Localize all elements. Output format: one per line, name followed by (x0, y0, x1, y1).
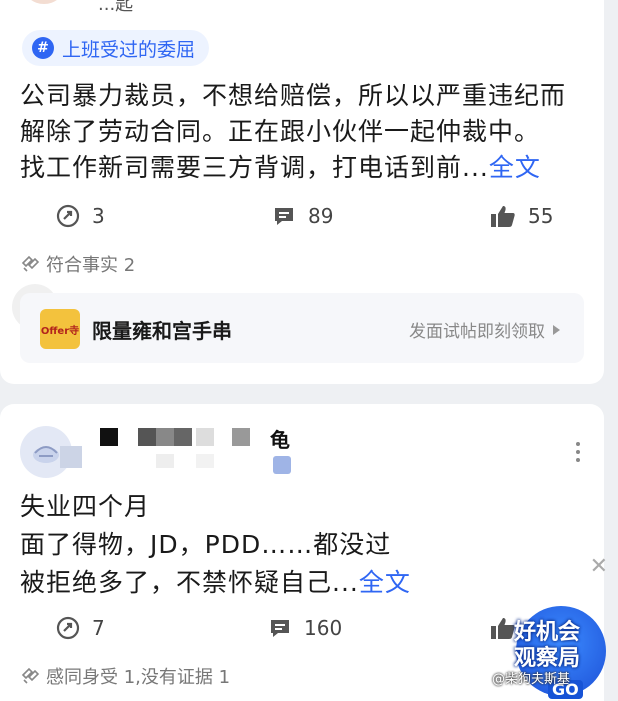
like-count: 55 (528, 204, 554, 228)
read-more-link[interactable]: 全文 (489, 153, 541, 182)
share-button[interactable]: 7 (56, 616, 105, 640)
share-icon (56, 616, 80, 640)
reaction-summary[interactable]: 感同身受 1,没有证据 1 (20, 663, 230, 689)
promo-image-label: Offer寺 (40, 325, 80, 337)
read-more-link[interactable]: 全文 (359, 568, 411, 597)
comment-icon (275, 208, 293, 225)
reaction-text: 符合事实 2 (46, 255, 136, 276)
share-count: 7 (92, 616, 105, 640)
reaction-icon (21, 255, 40, 272)
cartoon-avatar-icon (33, 446, 59, 463)
reaction-summary[interactable]: 符合事实 2 (20, 251, 135, 277)
post-actions: 3 89 55 (0, 204, 604, 234)
close-icon[interactable]: ✕ (590, 554, 608, 579)
post-line: 失业四个月 (20, 492, 151, 521)
promo-title: 限量雍和宫手串 (92, 319, 232, 343)
share-count: 3 (92, 204, 105, 228)
reaction-icon (21, 667, 40, 684)
post-line-text: 被拒绝多了，不禁怀疑自己... (20, 568, 359, 597)
reaction-text: 感同身受 1,没有证据 1 (46, 667, 231, 688)
play-arrow-icon (553, 324, 560, 335)
avatar[interactable] (24, 0, 64, 4)
post-line: 解除了劳动合同。正在跟小伙伴一起仲裁中。 (20, 117, 541, 146)
post-line: 找工作新司需要三方背调，打电话到前...全文 (20, 150, 590, 186)
post-card-1[interactable]: ...匙 # 上班受过的委屈 公司暴力裁员，不想给赔偿，所以以严重违纪而 解除了… (0, 0, 604, 384)
hashtag-icon: # (32, 37, 54, 59)
promo-banner[interactable]: Offer寺 限量雍和宫手串 发面试帖即刻领取 (20, 293, 584, 363)
thumbs-up-icon (491, 206, 515, 227)
like-button[interactable]: 55 (490, 204, 553, 228)
promo-image: Offer寺 (40, 309, 80, 349)
comment-icon (271, 620, 289, 637)
post-body[interactable]: 失业四个月 面了得物，JD，PDD……都没过 被拒绝多了，不禁怀疑自己...全文 (20, 488, 590, 602)
comment-button[interactable]: 89 (272, 204, 333, 228)
comment-button[interactable]: 160 (268, 616, 342, 640)
comment-count: 160 (304, 616, 343, 640)
share-button[interactable]: 3 (56, 204, 105, 228)
verified-badge-icon (273, 456, 291, 474)
share-icon (56, 204, 80, 228)
author-name[interactable]: 龟 (270, 424, 290, 453)
post-line: 面了得物，JD，PDD……都没过 (20, 530, 392, 559)
post-body[interactable]: 公司暴力裁员，不想给赔偿，所以以严重违纪而 解除了劳动合同。正在跟小伙伴一起仲裁… (20, 78, 590, 186)
post-line: 公司暴力裁员，不想给赔偿，所以以严重违纪而 (20, 81, 567, 110)
watermark: @柴狗夫斯基 (492, 672, 571, 687)
promo-action-link[interactable]: 发面试帖即刻领取 (409, 317, 560, 342)
author-name[interactable]: ...匙 (98, 0, 133, 16)
more-options-icon[interactable] (576, 442, 580, 462)
promo-action-text: 发面试帖即刻领取 (409, 322, 545, 342)
post-line-text: 找工作新司需要三方背调，打电话到前... (20, 153, 489, 182)
blurred-username (60, 424, 280, 478)
topic-label: 上班受过的委屈 (62, 38, 196, 61)
comment-count: 89 (308, 204, 334, 228)
post-line: 被拒绝多了，不禁怀疑自己...全文 (20, 564, 590, 602)
topic-tag[interactable]: # 上班受过的委屈 (22, 30, 210, 66)
